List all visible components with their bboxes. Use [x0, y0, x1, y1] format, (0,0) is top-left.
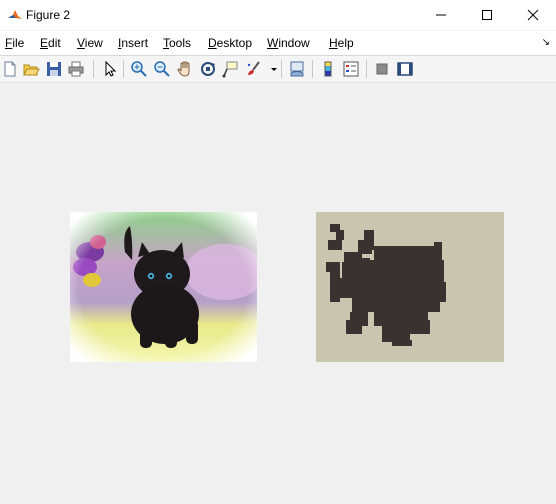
data-cursor-icon[interactable] — [221, 60, 239, 78]
menu-bar: File Edit View Insert Tools Desktop Wind… — [0, 31, 556, 56]
menu-file[interactable]: File — [5, 36, 24, 50]
open-file-icon[interactable] — [22, 60, 40, 78]
show-plot-tools-icon[interactable] — [396, 60, 414, 78]
title-bar: Figure 2 — [0, 0, 556, 30]
menu-help[interactable]: Help — [329, 36, 354, 50]
maximize-icon — [482, 10, 492, 20]
matlab-logo-icon — [8, 10, 22, 19]
menu-dock-arrow-icon[interactable]: ↘ — [542, 37, 550, 48]
menu-desktop[interactable]: Desktop — [208, 36, 252, 50]
zoom-in-icon[interactable] — [130, 60, 148, 78]
zoom-out-icon[interactable] — [153, 60, 171, 78]
menu-edit[interactable]: Edit — [40, 36, 61, 50]
menu-window[interactable]: Window — [267, 36, 310, 50]
figure-toolbar — [0, 56, 556, 83]
toolbar-separator — [312, 60, 313, 78]
brush-dropdown-arrow-icon[interactable] — [265, 60, 277, 78]
insert-colorbar-icon[interactable] — [319, 60, 337, 78]
link-plot-icon[interactable] — [288, 60, 306, 78]
close-button[interactable] — [510, 0, 556, 30]
brush-icon[interactable] — [245, 60, 263, 78]
image-axes-kitten-photo[interactable] — [70, 212, 257, 362]
print-icon[interactable] — [67, 60, 85, 78]
insert-legend-icon[interactable] — [342, 60, 360, 78]
toolbar-separator — [123, 60, 124, 78]
menu-view[interactable]: View — [77, 36, 103, 50]
rotate-3d-icon[interactable] — [199, 60, 217, 78]
close-icon — [527, 9, 539, 21]
toolbar-separator — [281, 60, 282, 78]
edit-plot-icon[interactable] — [100, 60, 118, 78]
image-axes-segmentation-mask[interactable] — [316, 212, 504, 362]
pan-icon[interactable] — [176, 60, 194, 78]
maximize-button[interactable] — [464, 0, 510, 30]
window-title: Figure 2 — [26, 8, 71, 22]
kitten-photo-image — [70, 212, 257, 362]
minimize-button[interactable] — [418, 0, 464, 30]
hide-plot-tools-icon[interactable] — [373, 60, 391, 78]
kitten-mask-image — [326, 224, 446, 346]
new-figure-icon[interactable] — [1, 60, 19, 78]
menu-tools[interactable]: Tools — [163, 36, 191, 50]
menu-insert[interactable]: Insert — [118, 36, 148, 50]
minimize-icon — [436, 14, 446, 16]
save-icon[interactable] — [45, 60, 63, 78]
toolbar-separator — [93, 60, 94, 78]
toolbar-separator — [366, 60, 367, 78]
